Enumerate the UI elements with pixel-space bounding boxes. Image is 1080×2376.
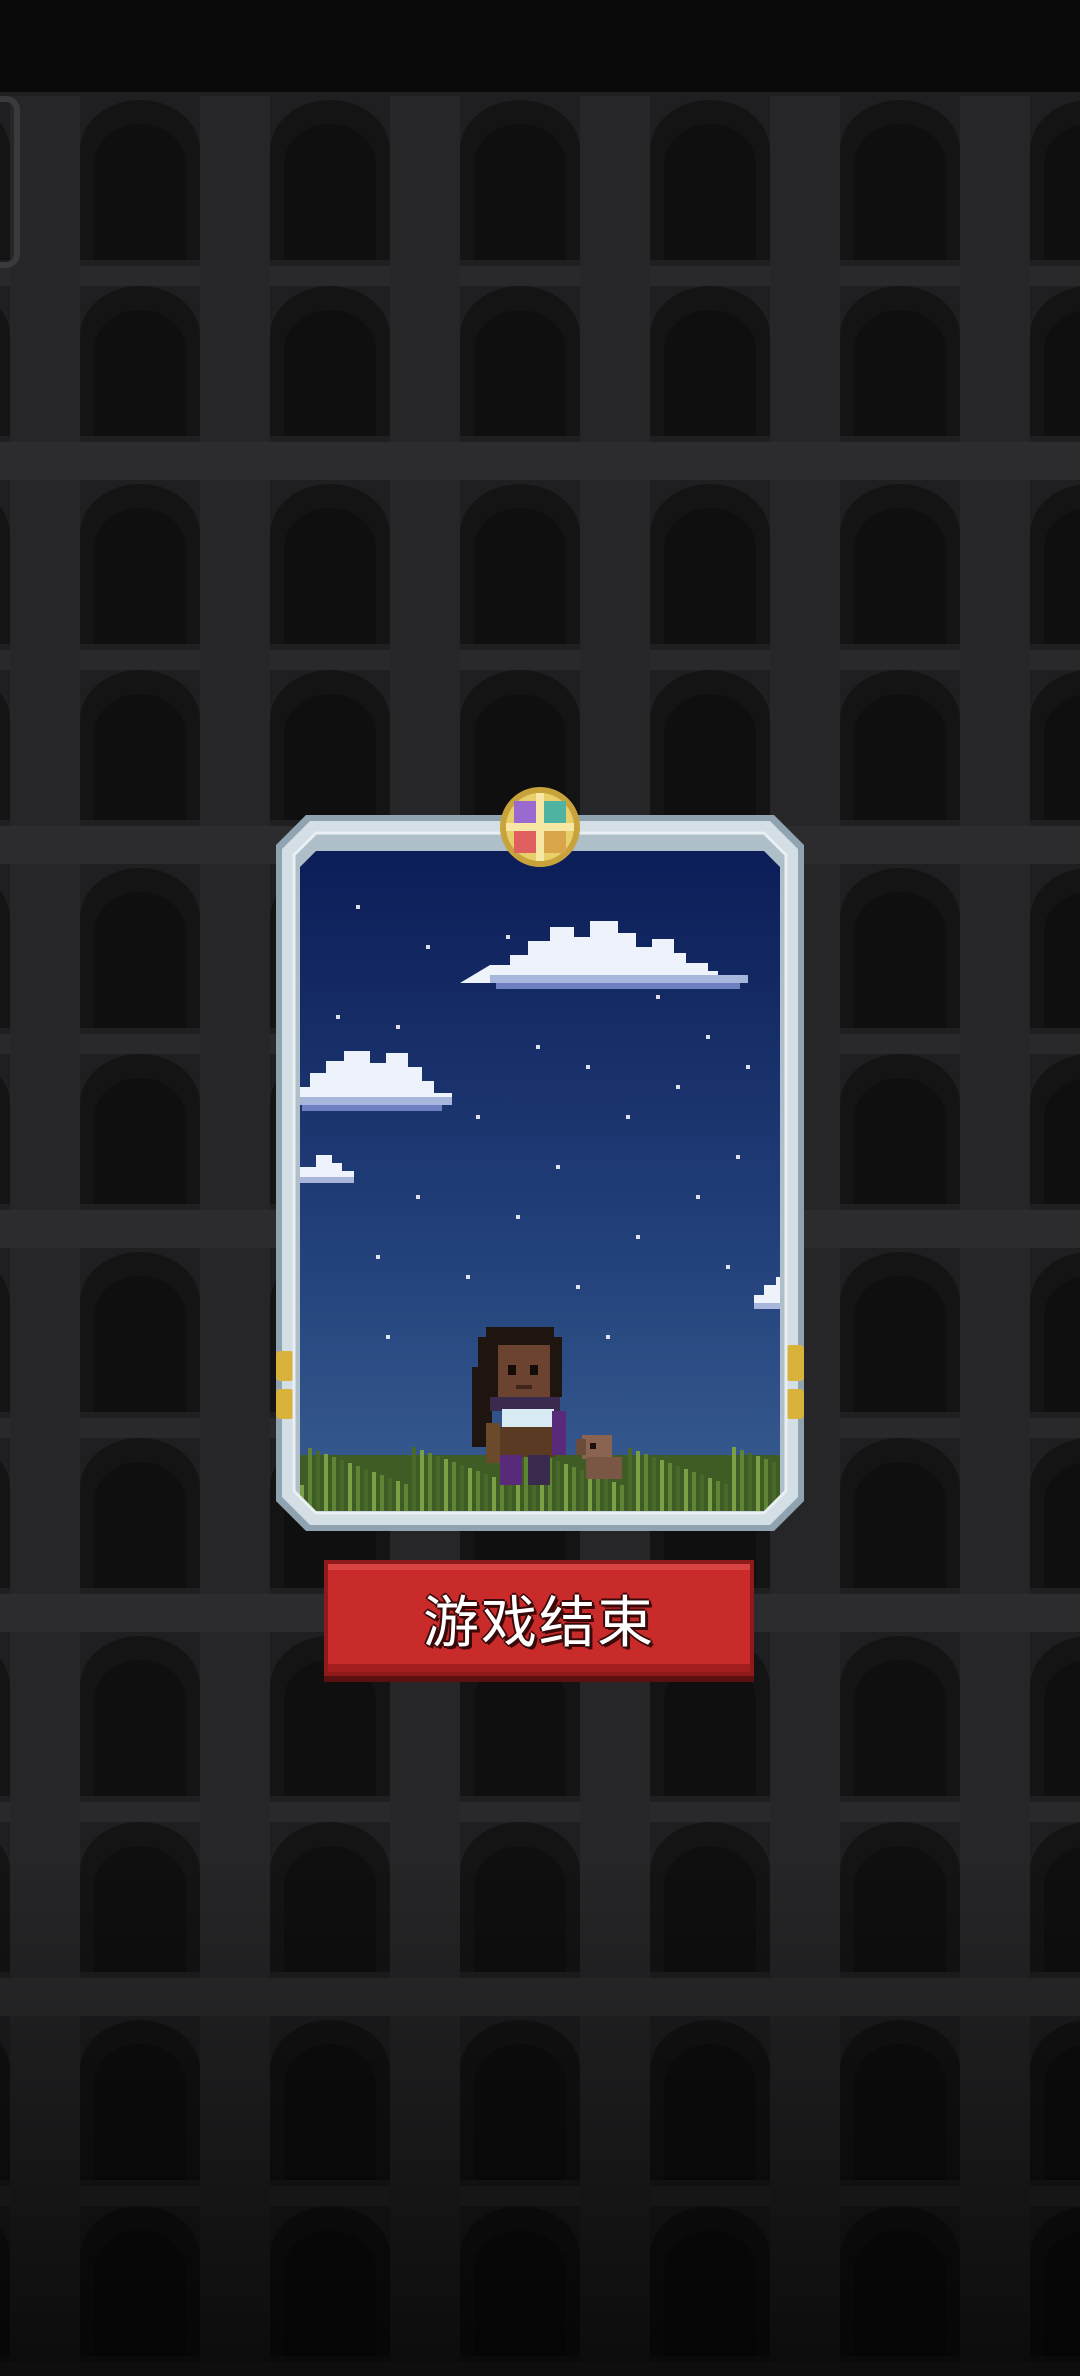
game-over-button-label: 游戏结束	[423, 1590, 655, 1656]
quad-color-cross-emblem-icon	[500, 787, 580, 867]
game-over-screen: 游戏结束	[0, 0, 1080, 2376]
card-artwork	[276, 815, 804, 1531]
game-over-button[interactable]: 游戏结束	[324, 1560, 754, 1676]
game-over-card	[276, 787, 804, 1531]
top-status-strip	[0, 0, 1080, 92]
left-edge-frame	[0, 96, 20, 268]
